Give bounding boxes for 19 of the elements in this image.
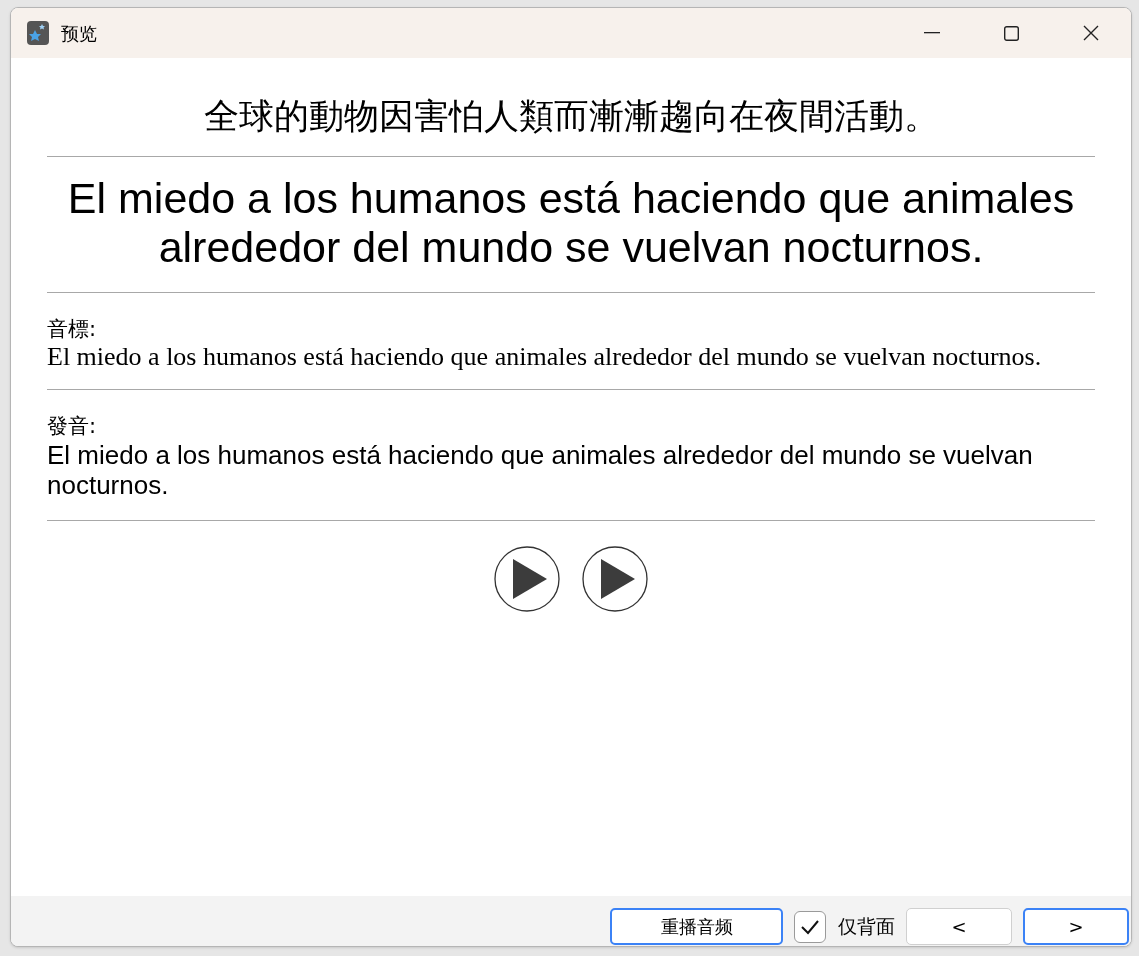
section-label: 發音:: [47, 413, 98, 440]
play-button[interactable]: [582, 546, 648, 612]
section-text: El miedo a los humanos está haciendo que animales alrededor del mundo se vuelvan nocturnos.: [47, 343, 1043, 371]
checkbox[interactable]: [794, 910, 826, 943]
checkbox-label: 仅背面: [838, 914, 895, 940]
section-label: 音標:: [47, 316, 98, 343]
replay-audio-button[interactable]: 重播音频: [610, 908, 783, 945]
next-button[interactable]: >: [1023, 908, 1129, 945]
play-button[interactable]: [494, 546, 560, 612]
back-text: El miedo a los humanos está haciendo que animales alrededor del mundo se vuelvan nocturnos.: [47, 157, 1095, 293]
section-text: El miedo a los humanos está haciendo que animales alrededor del mundo se vuelvan nocturnos.: [47, 440, 1034, 500]
check-icon: [800, 918, 820, 935]
minimize-icon[interactable]: [924, 32, 940, 34]
previous-button[interactable]: <: [906, 908, 1012, 945]
app-icon: [27, 21, 49, 45]
front-text: 全球的動物因害怕人類而漸漸趨向在夜間活動。: [47, 58, 1095, 157]
maximize-icon[interactable]: [1004, 25, 1019, 41]
close-icon[interactable]: [1083, 25, 1099, 41]
window-title: 预览: [61, 21, 97, 46]
